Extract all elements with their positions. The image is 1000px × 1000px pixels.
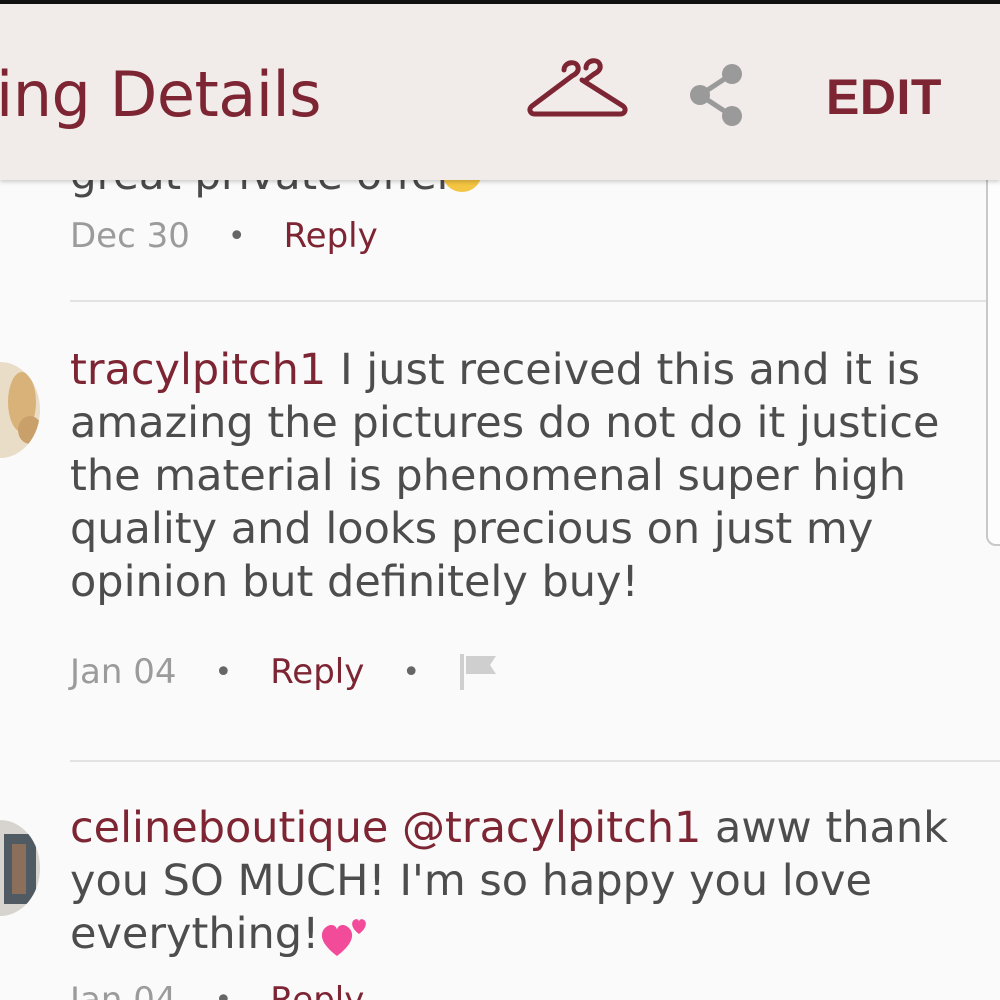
scrollbar[interactable] (986, 158, 1000, 546)
comment-date: Jan 04 (70, 652, 177, 692)
separator-dot: • (227, 218, 246, 254)
comment-body: celineboutique @tracylpitch1 aww thank y… (70, 802, 970, 961)
avatar[interactable] (0, 820, 40, 916)
separator-dot: • (214, 982, 233, 1000)
comment-date: Jan 04 (70, 980, 177, 1000)
share-icon[interactable] (686, 62, 746, 128)
comment-meta: Dec 30 • Reply (70, 216, 378, 256)
edit-button[interactable]: EDIT (826, 68, 942, 126)
comment-username[interactable]: tracylpitch1 (70, 345, 326, 395)
reply-button[interactable]: Reply (270, 980, 364, 1000)
reply-button[interactable]: Reply (270, 652, 364, 692)
app-bar: ing Details EDIT (0, 4, 1000, 180)
page-title: ing Details (0, 58, 322, 131)
separator-dot: • (402, 654, 421, 690)
comment-date: Dec 30 (70, 216, 190, 256)
screen: ing Details EDIT great private offer Dec… (0, 0, 1000, 1000)
reply-button[interactable]: Reply (284, 216, 378, 256)
separator-dot: • (214, 654, 233, 690)
comment-meta: Jan 04 • Reply • (70, 652, 500, 692)
hanger-icon[interactable] (524, 56, 630, 126)
divider (70, 300, 1000, 302)
comment-body: tracylpitch1 I just received this and it… (70, 344, 970, 609)
comment-mention[interactable]: @tracylpitch1 (402, 803, 701, 853)
comment-username[interactable]: celineboutique (70, 803, 388, 853)
flag-icon[interactable] (458, 652, 500, 692)
divider (70, 760, 1000, 762)
avatar[interactable] (0, 362, 40, 458)
two-hearts-emoji-icon (319, 916, 371, 958)
comment-meta: Jan 04 • Reply (70, 980, 364, 1000)
